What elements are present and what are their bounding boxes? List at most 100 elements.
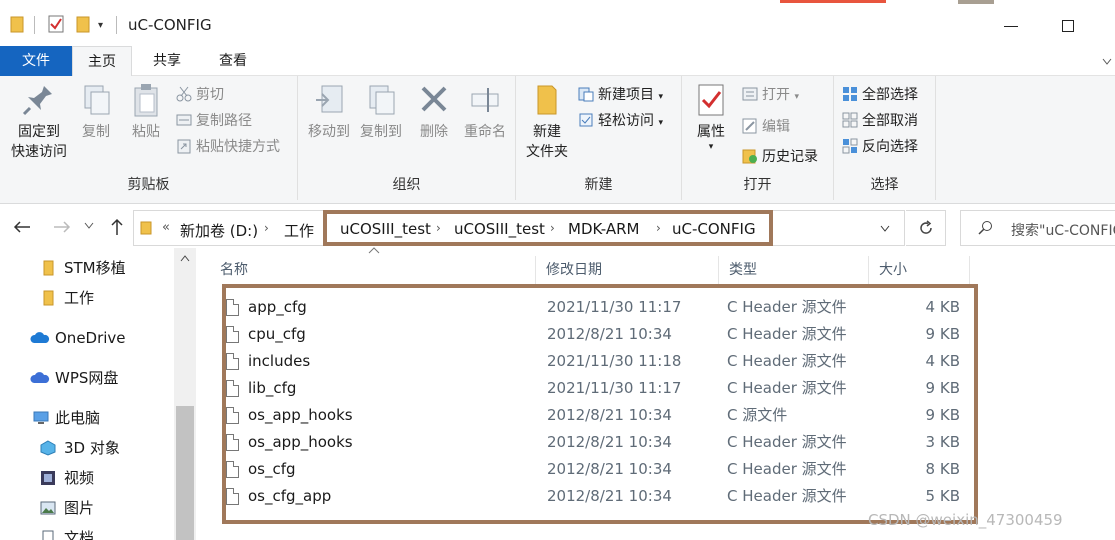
- copy-path-icon: [176, 114, 192, 126]
- breadcrumb-overflow[interactable]: «: [162, 220, 170, 235]
- copy-button[interactable]: 复制: [74, 82, 118, 142]
- copy-path-button[interactable]: 复制路径: [176, 110, 252, 132]
- rename-label: 重命名: [464, 124, 506, 140]
- delete-button[interactable]: 删除: [414, 82, 454, 142]
- folder-icon[interactable]: [10, 15, 24, 33]
- sidebar-item-label: 文档: [64, 529, 95, 540]
- customize-quick-access-chevron-icon[interactable]: ▾: [98, 20, 103, 31]
- clipboard-group: 固定到 快速访问 复制 粘贴 剪切 复制路径 粘贴快捷方式 剪贴板: [0, 76, 298, 200]
- sidebar-item-3d-objects[interactable]: 3D 对象: [0, 434, 170, 462]
- breadcrumb-chevron-icon[interactable]: ›: [264, 221, 269, 235]
- select-group: 全部选择 全部取消 反向选择 选择: [834, 76, 936, 200]
- navigation-pane: STM移植 工作 OneDrive WPS网盘 此电脑 3D 对象 视频 图片 …: [0, 248, 196, 540]
- column-date-header[interactable]: 修改日期: [536, 256, 719, 284]
- address-history-chevron-icon[interactable]: [880, 225, 890, 233]
- select-all-label: 全部选择: [862, 87, 918, 103]
- properties-chevron-icon: ▾: [708, 142, 714, 152]
- select-none-button[interactable]: 全部取消: [842, 110, 918, 132]
- breadcrumb-item[interactable]: 新加卷 (D:): [180, 220, 258, 241]
- background-window-edge: [780, 0, 886, 3]
- sidebar-scrollbar[interactable]: [174, 248, 196, 540]
- tab-home[interactable]: 主页: [72, 46, 132, 77]
- copy-to-button[interactable]: 复制到: [356, 82, 406, 142]
- move-to-button[interactable]: 移动到: [304, 82, 354, 142]
- computer-icon: [33, 411, 49, 424]
- easy-access-button[interactable]: 轻松访问 ▾: [578, 110, 663, 132]
- rename-button[interactable]: 重命名: [460, 82, 510, 142]
- edit-button[interactable]: 编辑: [742, 116, 790, 138]
- new-folder-label-line1: 新建: [533, 124, 561, 140]
- paste-label: 粘贴: [132, 124, 160, 140]
- new-folder-icon[interactable]: [76, 15, 90, 33]
- sidebar-item-label: 3D 对象: [64, 439, 120, 457]
- open-button[interactable]: 打开 ▾: [742, 84, 799, 106]
- select-none-icon: [842, 112, 858, 128]
- sidebar-item-pictures[interactable]: 图片: [0, 494, 170, 522]
- column-type-header[interactable]: 类型: [719, 256, 869, 284]
- paste-shortcut-label: 粘贴快捷方式: [196, 139, 280, 155]
- cube-icon: [40, 440, 56, 456]
- select-none-label: 全部取消: [862, 113, 918, 129]
- sidebar-item-videos[interactable]: 视频: [0, 464, 170, 492]
- paste-button[interactable]: 粘贴: [124, 82, 168, 142]
- cut-button[interactable]: 剪切: [176, 84, 224, 106]
- up-arrow-icon[interactable]: [110, 218, 124, 236]
- watermark: CSDN @weixin_47300459: [868, 511, 1063, 529]
- divider: [116, 16, 117, 34]
- pin-label-line1: 固定到: [18, 124, 60, 140]
- invert-selection-icon: [842, 138, 858, 154]
- tab-share[interactable]: 共享: [140, 46, 194, 76]
- properties-button[interactable]: 属性 ▾: [688, 82, 734, 152]
- pin-to-quick-access-button[interactable]: 固定到 快速访问: [6, 82, 72, 162]
- tab-file[interactable]: 文件: [0, 46, 72, 76]
- back-arrow-icon[interactable]: [12, 220, 32, 234]
- select-group-label: 选择: [870, 177, 899, 193]
- file-list-highlight-box: [222, 284, 978, 524]
- sidebar-item-label: WPS网盘: [55, 369, 119, 387]
- search-box[interactable]: 搜索"uC-CONFIG": [960, 210, 1115, 246]
- minimize-button[interactable]: [1004, 18, 1018, 34]
- pin-label-line2: 快速访问: [11, 144, 67, 160]
- select-all-button[interactable]: 全部选择: [842, 84, 918, 106]
- breadcrumb-item[interactable]: 工作: [284, 220, 314, 241]
- sidebar-item-onedrive[interactable]: OneDrive: [0, 324, 170, 352]
- move-to-icon: [316, 85, 343, 113]
- organize-group-label: 组织: [392, 177, 421, 193]
- forward-arrow-icon[interactable]: [52, 220, 72, 234]
- invert-selection-label: 反向选择: [862, 139, 918, 155]
- paste-shortcut-button[interactable]: 粘贴快捷方式: [176, 136, 280, 158]
- new-folder-button[interactable]: 新建 文件夹: [522, 82, 572, 162]
- new-folder-label-line2: 文件夹: [526, 144, 568, 160]
- refresh-button[interactable]: [906, 210, 946, 246]
- sidebar-item-documents[interactable]: 文档: [0, 524, 170, 540]
- copy-icon: [84, 85, 110, 115]
- maximize-button[interactable]: [1062, 20, 1074, 32]
- column-size-header[interactable]: 大小: [869, 256, 970, 284]
- edit-icon: [742, 118, 757, 134]
- recent-locations-chevron-icon[interactable]: [84, 222, 94, 230]
- sidebar-item-wps[interactable]: WPS网盘: [0, 364, 170, 392]
- move-to-label: 移动到: [308, 124, 350, 140]
- tab-view[interactable]: 查看: [206, 46, 260, 76]
- folder-icon: [43, 290, 54, 306]
- delete-x-icon: [421, 86, 447, 112]
- history-button[interactable]: 历史记录: [742, 146, 818, 168]
- copy-path-label: 复制路径: [196, 113, 252, 129]
- new-item-button[interactable]: 新建项目 ▾: [578, 84, 663, 106]
- properties-check-icon[interactable]: [48, 15, 64, 33]
- easy-access-chevron-icon: ▾: [658, 118, 663, 128]
- expand-ribbon-chevron-icon[interactable]: [1102, 58, 1112, 66]
- column-name-header[interactable]: 名称: [210, 256, 536, 284]
- new-group-label: 新建: [584, 177, 613, 193]
- open-icon: [742, 87, 758, 101]
- sidebar-item-stm[interactable]: STM移植: [0, 254, 170, 282]
- invert-selection-button[interactable]: 反向选择: [842, 136, 918, 158]
- rename-icon: [471, 88, 499, 112]
- paste-icon: [134, 84, 158, 117]
- path-highlight-box: [323, 210, 773, 246]
- sidebar-item-this-pc[interactable]: 此电脑: [0, 404, 170, 432]
- sidebar-item-work[interactable]: 工作: [0, 284, 170, 312]
- scrollbar-thumb[interactable]: [176, 406, 194, 540]
- divider: [34, 16, 35, 34]
- scroll-up-chevron-icon[interactable]: [180, 254, 190, 262]
